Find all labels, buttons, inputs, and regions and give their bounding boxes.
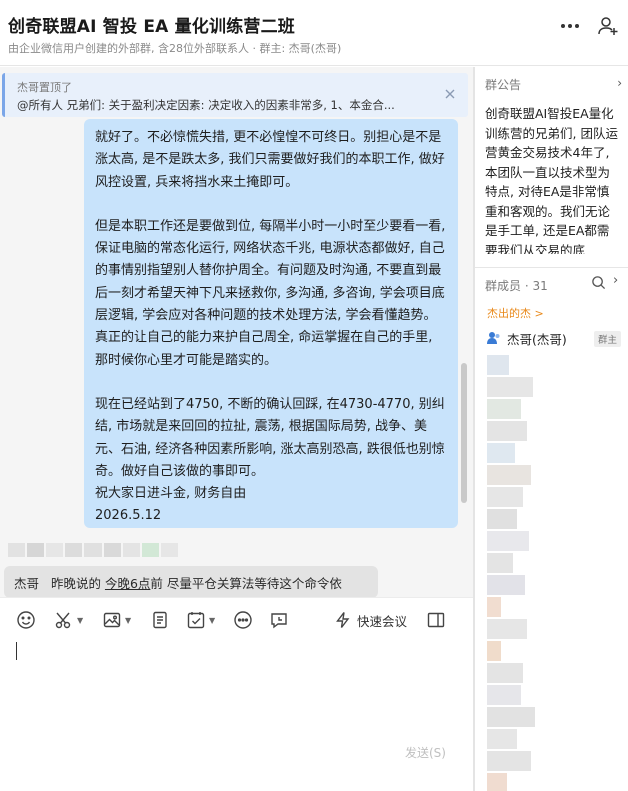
message-bubble[interactable]: 就好了。不必惊慌失措, 更不必惶惶不可终日。别担心是不是涨太高, 是不是跌太多,… xyxy=(84,119,458,528)
more-apps-icon[interactable] xyxy=(233,608,253,632)
member-row-owner[interactable]: 杰哥(杰哥) 群主 xyxy=(487,327,621,349)
quoted-reply[interactable]: 杰哥 昨晚说的 今晚6点前 尽量平仓关算法等待这个命令依 xyxy=(4,566,378,597)
chevron-down-icon[interactable]: ▼ xyxy=(77,616,83,625)
member-group-label[interactable]: 杰出的杰 > xyxy=(487,305,544,321)
quote-text-after: 前 尽量平仓关算法等待这个命令依 xyxy=(150,576,342,591)
pinned-message[interactable]: 杰哥置顶了 @所有人 兄弟们: 关于盈利决定因素: 决定收入的因素非常多, 1、… xyxy=(2,73,468,117)
chat-header: 创奇联盟AI 智投 EA 量化训练营二班 由企业微信用户创建的外部群, 含28位… xyxy=(0,0,628,66)
blurred-member-list xyxy=(487,355,537,791)
quote-link[interactable]: 今晚6点 xyxy=(105,576,150,591)
add-user-icon[interactable] xyxy=(596,14,620,38)
announcement-text[interactable]: 创奇联盟AI智投EA量化训练营的兄弟们, 团队运营黄金交易技术4年了, 本团队一… xyxy=(485,104,621,254)
chat-message-area[interactable]: 杰哥置顶了 @所有人 兄弟们: 关于盈利决定因素: 决定收入的因素非常多, 1、… xyxy=(0,67,473,597)
message-composer: ▼ ▼ ▼ 快速会议 发送(S) xyxy=(0,597,473,791)
more-horizontal-icon[interactable] xyxy=(558,14,582,38)
group-subtitle: 由企业微信用户创建的外部群, 含28位外部联系人 · 群主: 杰哥(杰哥) xyxy=(8,42,342,55)
blurred-sender-name xyxy=(8,543,178,557)
lightning-icon xyxy=(336,612,350,628)
side-panel-icon[interactable] xyxy=(427,608,445,632)
group-title: 创奇联盟AI 智投 EA 量化训练营二班 xyxy=(8,17,296,37)
speech-bubble-icon[interactable] xyxy=(269,608,289,632)
text-input-caret[interactable] xyxy=(16,642,17,660)
image-icon[interactable]: ▼ xyxy=(102,608,131,632)
send-button[interactable]: 发送(S) xyxy=(405,744,446,761)
chevron-down-icon[interactable]: ▼ xyxy=(125,616,131,625)
chevron-down-icon[interactable]: ▼ xyxy=(209,616,215,625)
search-icon[interactable] xyxy=(591,275,607,291)
composer-toolbar: ▼ ▼ ▼ 快速会议 xyxy=(0,606,473,634)
quote-text-before: 昨晚说的 xyxy=(50,576,101,591)
message-paragraph: 但是本职工作还是要做到位, 每隔半小时一小时至少要看一看, 保证电脑的常态化运行… xyxy=(95,218,446,368)
message-paragraph: 现在已经站到了4750, 不断的确认回踩, 在4730-4770, 别纠结, 市… xyxy=(95,396,445,479)
checkbox-task-icon[interactable]: ▼ xyxy=(186,608,215,632)
chevron-right-icon[interactable]: › xyxy=(617,76,622,90)
chevron-right-icon[interactable]: › xyxy=(613,273,618,288)
members-header: 群成员 · 31 xyxy=(485,279,548,293)
close-icon[interactable] xyxy=(442,86,458,102)
group-info-panel: 群公告 › 创奇联盟AI智投EA量化训练营的兄弟们, 团队运营黄金交易技术4年了… xyxy=(475,67,628,791)
document-icon[interactable] xyxy=(150,608,170,632)
message-paragraph: 祝大家日进斗金, 财务自由 xyxy=(95,486,247,502)
message-date: 2026.5.12 xyxy=(95,508,162,524)
message-paragraph: 就好了。不必惊慌失措, 更不必惶惶不可终日。别担心是不是涨太高, 是不是跌太多,… xyxy=(95,130,445,190)
person-icon xyxy=(487,332,500,344)
member-name: 杰哥(杰哥) xyxy=(507,331,567,347)
quick-meeting-button[interactable]: 快速会议 xyxy=(334,608,407,632)
announcement-header[interactable]: 群公告 xyxy=(485,76,521,93)
owner-badge: 群主 xyxy=(593,331,621,347)
pinned-title: 杰哥置顶了 xyxy=(17,81,72,94)
quick-meeting-label: 快速会议 xyxy=(357,613,408,629)
emoji-icon[interactable] xyxy=(16,608,36,632)
chat-scrollbar[interactable] xyxy=(461,363,467,503)
quote-author: 杰哥 xyxy=(14,576,40,591)
scissors-icon[interactable]: ▼ xyxy=(54,608,83,632)
panel-section-divider xyxy=(475,267,628,268)
pinned-text: @所有人 兄弟们: 关于盈利决定因素: 决定收入的因素非常多, 1、本金合... xyxy=(17,98,395,112)
